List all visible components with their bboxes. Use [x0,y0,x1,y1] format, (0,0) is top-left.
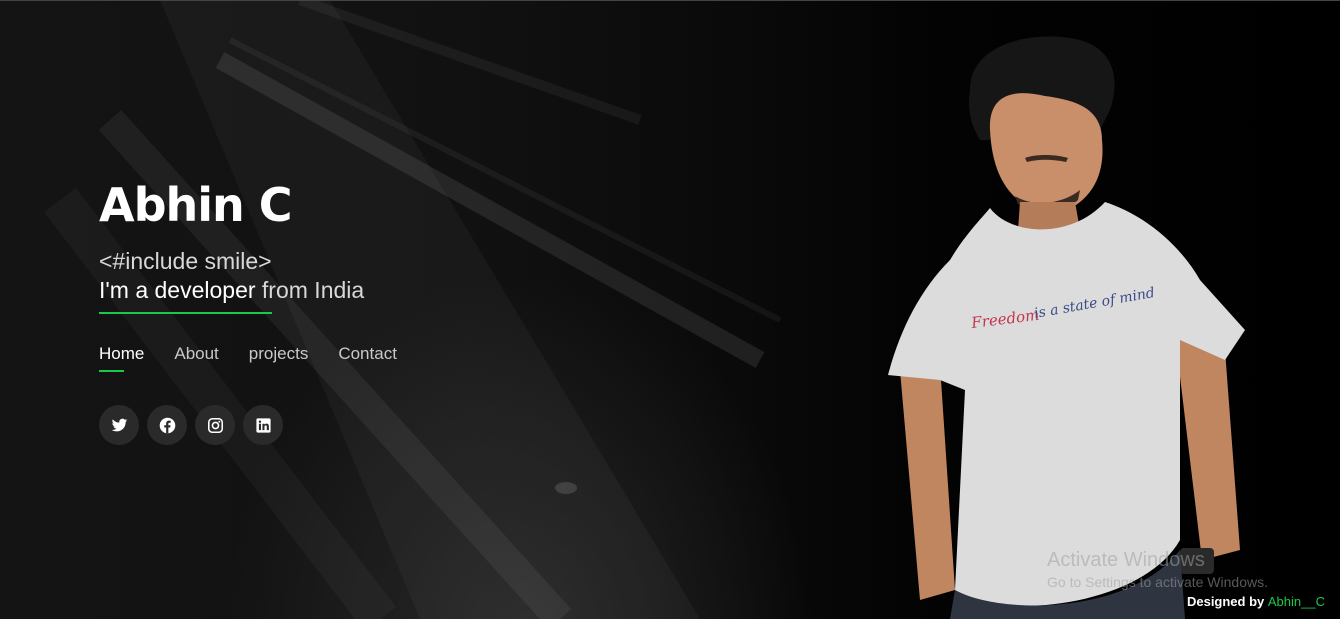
tagline-rest: from India [255,277,365,303]
tagline: <#include smile> I'm a developer from In… [99,247,397,305]
twitter-button[interactable] [99,405,139,445]
hero-content: Abhin C <#include smile> I'm a developer… [99,178,397,445]
nav-about[interactable]: About [174,344,218,372]
top-border [0,0,1340,1]
nav-home[interactable]: Home [99,344,144,372]
instagram-button[interactable] [195,405,235,445]
page-title: Abhin C [99,178,293,232]
tagline-underline [99,312,272,314]
facebook-button[interactable] [147,405,187,445]
facebook-icon [159,417,175,433]
linkedin-button[interactable] [243,405,283,445]
tagline-intro: I'm a developer from India [99,276,397,305]
tagline-code: <#include smile> [99,248,272,274]
social-links [99,405,397,445]
profile-photo: Freedom is a state of mind [888,36,1245,619]
watermark-subtitle: Go to Settings to activate Windows. [1047,574,1268,590]
watermark-title: Activate Windows [1047,549,1205,571]
windows-activation-watermark: Activate Windows Go to Settings to activ… [1047,548,1268,592]
linkedin-icon [255,417,271,433]
credit-author-link[interactable]: Abhin__C [1268,594,1325,609]
nav-projects[interactable]: projects [249,344,309,372]
footer-credit: Designed by Abhin__C [1187,594,1325,609]
instagram-icon [207,417,223,433]
twitter-icon [111,418,127,431]
main-nav: Home About projects Contact [99,344,397,372]
nav-contact[interactable]: Contact [338,344,397,372]
tagline-highlight: I'm a developer [99,277,256,303]
credit-label: Designed by [1186,594,1265,609]
